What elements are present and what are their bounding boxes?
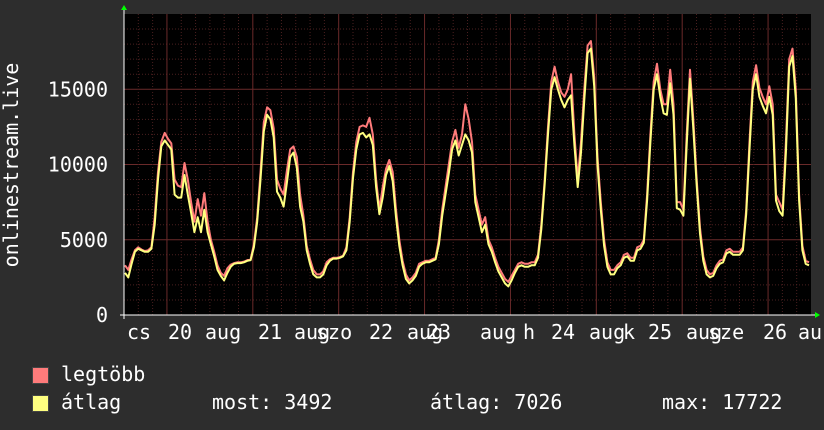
x-tick-label: aug xyxy=(480,320,516,344)
x-tick-label: 23 xyxy=(427,320,451,344)
x-tick-label: h xyxy=(523,320,535,344)
x-tick-label: aug xyxy=(589,320,625,344)
x-tick-label: 20 xyxy=(168,320,192,344)
avg-swatch xyxy=(32,395,49,412)
max-swatch xyxy=(32,367,49,384)
legend-max-label: legtöbb xyxy=(61,362,146,386)
stat-current: most: 3492 xyxy=(212,390,333,414)
x-tick-labels: cs 20 aug 21 augszo 22 aug23 aug h 24 augk 25 augsze… xyxy=(127,320,822,344)
x-tick-label: szo xyxy=(316,320,352,344)
x-tick-label: 21 xyxy=(258,320,282,344)
stat-maximum: max: 17722 xyxy=(662,390,783,414)
x-tick-label: 25 xyxy=(648,320,672,344)
x-tick-label: sze xyxy=(708,320,744,344)
x-axis-arrow xyxy=(815,312,820,318)
legend-avg-label: átlag xyxy=(61,390,122,414)
y-axis-arrow xyxy=(121,5,127,10)
y-axis-label: onlinestream.live xyxy=(0,63,23,268)
line-chart: 0 5000 10000 15000 cs 20 aug 21 aug szo 22 aug 23 au… xyxy=(0,5,822,344)
x-tick-label: au xyxy=(798,320,822,344)
x-tick-label: 22 xyxy=(369,320,393,344)
y-tick-labels: 0 5000 10000 15000 xyxy=(48,77,108,327)
stat-average: átlag: 7026 xyxy=(430,390,563,414)
x-tick-label: 26 xyxy=(763,320,787,344)
legend-item-max: legtöbb xyxy=(32,362,145,386)
x-tick-label: 24 xyxy=(551,320,575,344)
y-tick-label: 0 xyxy=(96,303,108,327)
x-tick-label: k xyxy=(623,320,635,344)
y-tick-label: 10000 xyxy=(48,153,108,177)
x-tick-label: cs xyxy=(127,320,151,344)
y-tick-label: 5000 xyxy=(60,228,108,252)
legend: legtöbb átlag most: 3492 átlag: 7026 max… xyxy=(0,360,824,430)
y-tick-label: 15000 xyxy=(48,77,108,101)
legend-item-avg: átlag xyxy=(32,390,121,414)
x-tick-label: aug xyxy=(205,320,241,344)
